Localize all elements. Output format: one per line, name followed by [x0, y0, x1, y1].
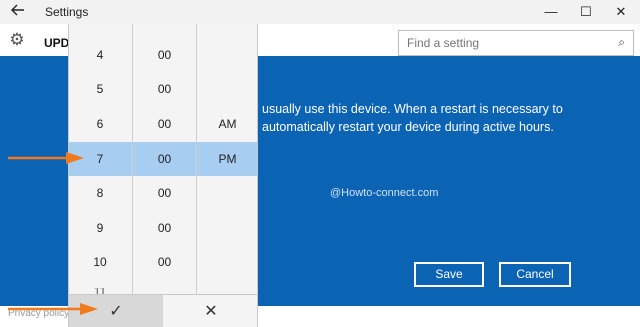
minimize-button[interactable]: —	[534, 0, 568, 24]
hour-option[interactable]: 8	[69, 176, 131, 210]
hour-option[interactable]: 4	[69, 38, 131, 72]
minute-option[interactable]: 00	[133, 72, 196, 106]
minute-option[interactable]: 00	[133, 245, 196, 279]
time-picker: 4 5 6 7 8 9 10 11 00 00 00 00 00 00 00 A…	[68, 24, 258, 327]
title-bar: Settings — ☐ ✕	[0, 0, 640, 24]
dialog-description: usually use this device. When a restart …	[262, 100, 634, 136]
minute-option[interactable]: 00	[133, 38, 196, 72]
hour-option[interactable]: 6	[69, 107, 131, 141]
window-title: Settings	[45, 5, 89, 19]
maximize-button[interactable]: ☐	[569, 0, 603, 24]
cancel-button[interactable]: Cancel	[499, 262, 571, 287]
watermark-text: @Howto-connect.com	[330, 187, 439, 199]
minute-option[interactable]: 00	[133, 107, 196, 141]
period-option-am[interactable]: AM	[197, 107, 257, 141]
back-arrow-icon[interactable]	[9, 3, 27, 21]
dialog-line-2: automatically restart your device during…	[262, 120, 554, 134]
close-button[interactable]: ✕	[604, 0, 638, 24]
minute-option[interactable]: 00	[133, 176, 196, 210]
minute-column[interactable]: 00 00 00 00 00 00 00	[132, 24, 196, 294]
period-option-selected[interactable]: PM	[197, 142, 257, 176]
period-column[interactable]: AM PM	[196, 24, 257, 294]
minute-option[interactable]: 00	[133, 211, 196, 245]
dialog-line-1: usually use this device. When a restart …	[262, 102, 563, 116]
search-input[interactable]	[407, 32, 607, 54]
annotation-arrow-icon	[8, 303, 98, 315]
search-box[interactable]: ⌕	[398, 30, 634, 56]
dismiss-x-button[interactable]: ✕	[164, 295, 257, 327]
hour-option[interactable]: 9	[69, 211, 131, 245]
annotation-arrow-icon	[8, 152, 84, 164]
save-button[interactable]: Save	[414, 262, 484, 287]
search-icon[interactable]: ⌕	[618, 35, 625, 50]
minute-option-selected[interactable]: 00	[133, 142, 196, 176]
page-title: UPD	[44, 36, 70, 50]
hour-option[interactable]: 5	[69, 72, 131, 106]
hour-option[interactable]: 10	[69, 245, 131, 279]
gear-icon: ⚙	[9, 30, 25, 49]
